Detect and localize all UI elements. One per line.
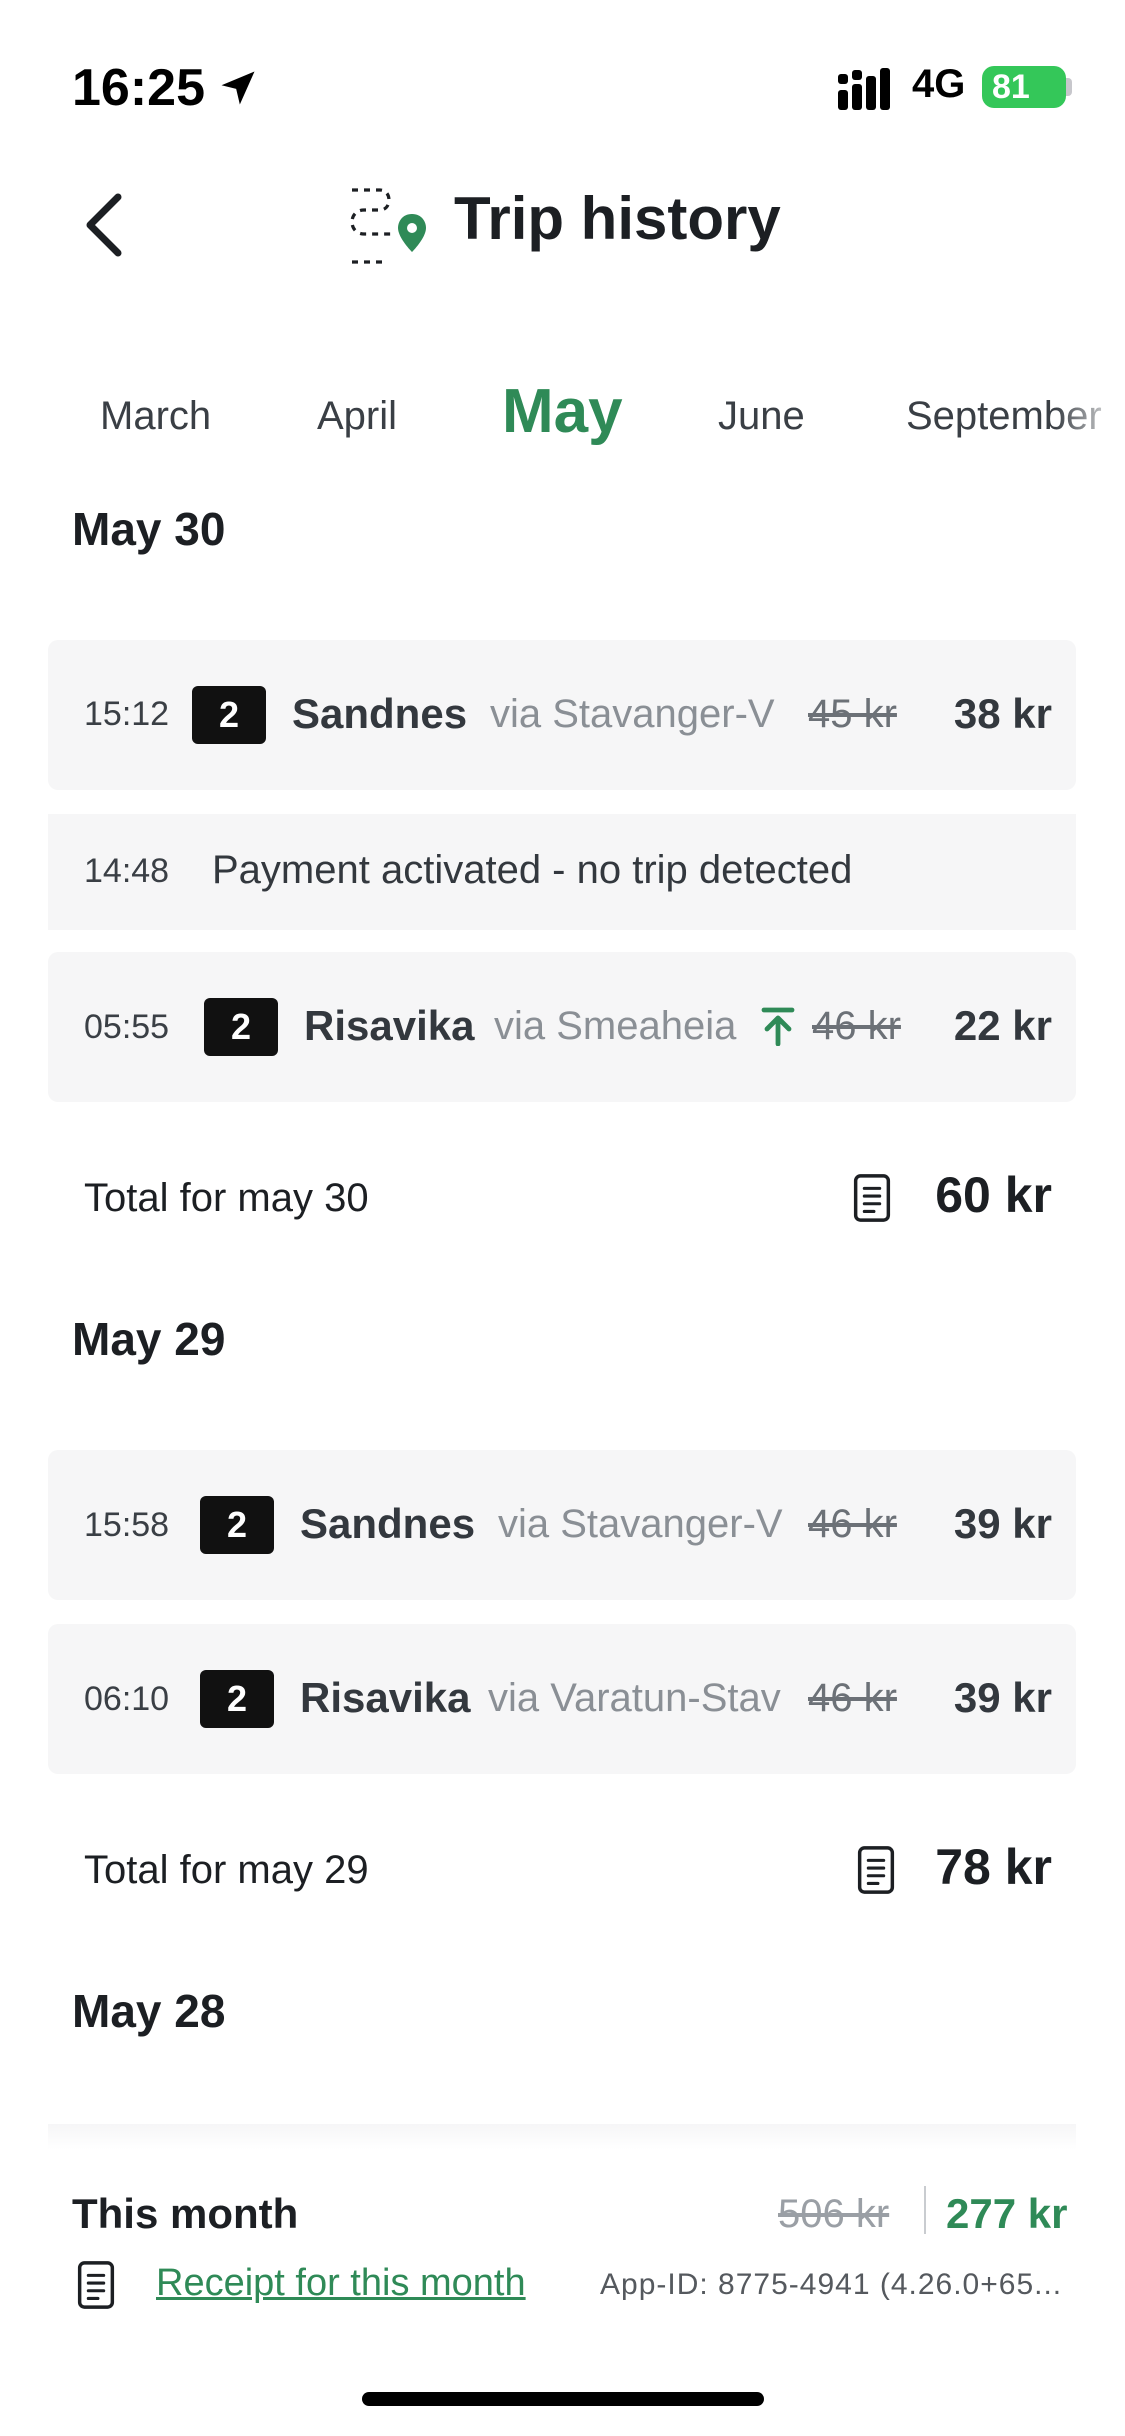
app-id: App-ID: 8775-4941 (4.26.0+65...: [600, 2268, 1063, 2301]
trip-time: 06:10: [84, 1680, 170, 1718]
this-month-label: This month: [72, 2190, 299, 2237]
location-arrow-icon: [221, 71, 255, 105]
network-type: 4G: [912, 62, 966, 106]
receipt-icon[interactable]: [76, 2260, 116, 2310]
status-time: 16:25: [72, 59, 205, 117]
trip-row[interactable]: 06:10 2 Risavika via Varatun-Stav 46 kr …: [48, 1624, 1076, 1774]
page-title: Trip history: [454, 185, 781, 252]
trip-price: 38 kr: [953, 690, 1052, 737]
home-indicator[interactable]: [362, 2392, 764, 2406]
day-heading: May 28: [72, 1985, 226, 2037]
battery-icon: 81: [982, 66, 1066, 108]
day-heading: May 29: [72, 1313, 226, 1365]
receipt-for-month-link[interactable]: Receipt for this month: [156, 2262, 526, 2305]
payment-message: Payment activated - no trip detected: [212, 848, 853, 892]
divider: [924, 2186, 926, 2234]
payment-row[interactable]: 14:48 Payment activated - no trip detect…: [48, 814, 1076, 930]
tab-may[interactable]: May: [502, 376, 623, 447]
trip-time: 15:12: [84, 695, 170, 733]
status-bar: 16:25 4G 81: [0, 0, 1125, 150]
trip-price: 39 kr: [953, 1674, 1052, 1721]
battery-level: 81: [992, 68, 1030, 106]
month-tabs: March April May June September: [0, 370, 1125, 470]
back-button[interactable]: [64, 180, 144, 270]
trip-row[interactable]: 15:12 2 Sandnes via Stavanger-V 45 kr 38…: [48, 640, 1076, 790]
original-price: 45 kr: [808, 692, 897, 737]
payment-time: 14:48: [84, 852, 170, 890]
day-heading: May 30: [72, 503, 226, 555]
trip-time: 05:55: [84, 1008, 170, 1046]
line-badge: 2: [200, 1496, 274, 1554]
line-badge: 2: [204, 998, 278, 1056]
trip-destination: Risavika: [300, 1674, 471, 1721]
trip-time: 15:58: [84, 1506, 170, 1544]
day-total-amount: 78 kr: [935, 1839, 1052, 1895]
trip-via: via Varatun-Stav: [488, 1676, 781, 1720]
original-price: 46 kr: [808, 1502, 897, 1547]
route-pin-icon: [350, 188, 426, 264]
month-total: 277 kr: [946, 2190, 1068, 2237]
trip-row[interactable]: 15:58 2 Sandnes via Stavanger-V 46 kr 39…: [48, 1450, 1076, 1600]
line-badge: 2: [200, 1670, 274, 1728]
day-total-row: Total for may 29 78 kr: [48, 1830, 1076, 1910]
trip-price: 22 kr: [953, 1002, 1052, 1049]
tabs-fade: [1055, 370, 1125, 470]
tab-june[interactable]: June: [718, 394, 805, 439]
tab-march[interactable]: March: [100, 394, 211, 439]
day-total-row: Total for may 30 60 kr: [48, 1158, 1076, 1238]
battery-cap: [1066, 78, 1072, 96]
day-total-label: Total for may 30: [84, 1176, 369, 1220]
month-original-total: 506 kr: [778, 2192, 890, 2236]
day-total-label: Total for may 29: [84, 1848, 369, 1892]
trip-destination: Risavika: [304, 1002, 475, 1049]
trip-price: 39 kr: [953, 1500, 1052, 1547]
line-badge: 2: [192, 686, 266, 744]
trip-via: via Stavanger-V: [498, 1502, 783, 1546]
tab-april[interactable]: April: [317, 394, 397, 439]
trip-destination: Sandnes: [300, 1500, 476, 1547]
trip-via: via Smeaheia: [494, 1004, 737, 1048]
day-total-amount: 60 kr: [935, 1167, 1052, 1223]
chevron-left-icon: [86, 193, 122, 257]
original-price: 46 kr: [808, 1676, 897, 1721]
receipt-icon[interactable]: [852, 1173, 892, 1223]
receipt-icon[interactable]: [856, 1845, 896, 1895]
arrow-up-to-line-icon: [760, 1006, 796, 1046]
trip-destination: Sandnes: [292, 690, 468, 737]
trip-row[interactable]: 05:55 2 Risavika via Smeaheia 46 kr 22 k…: [48, 952, 1076, 1102]
original-price: 46 kr: [812, 1004, 901, 1049]
signal-icon: [838, 68, 890, 110]
next-card-peek: [48, 2124, 1076, 2150]
trip-via: via Stavanger-V: [490, 692, 775, 736]
